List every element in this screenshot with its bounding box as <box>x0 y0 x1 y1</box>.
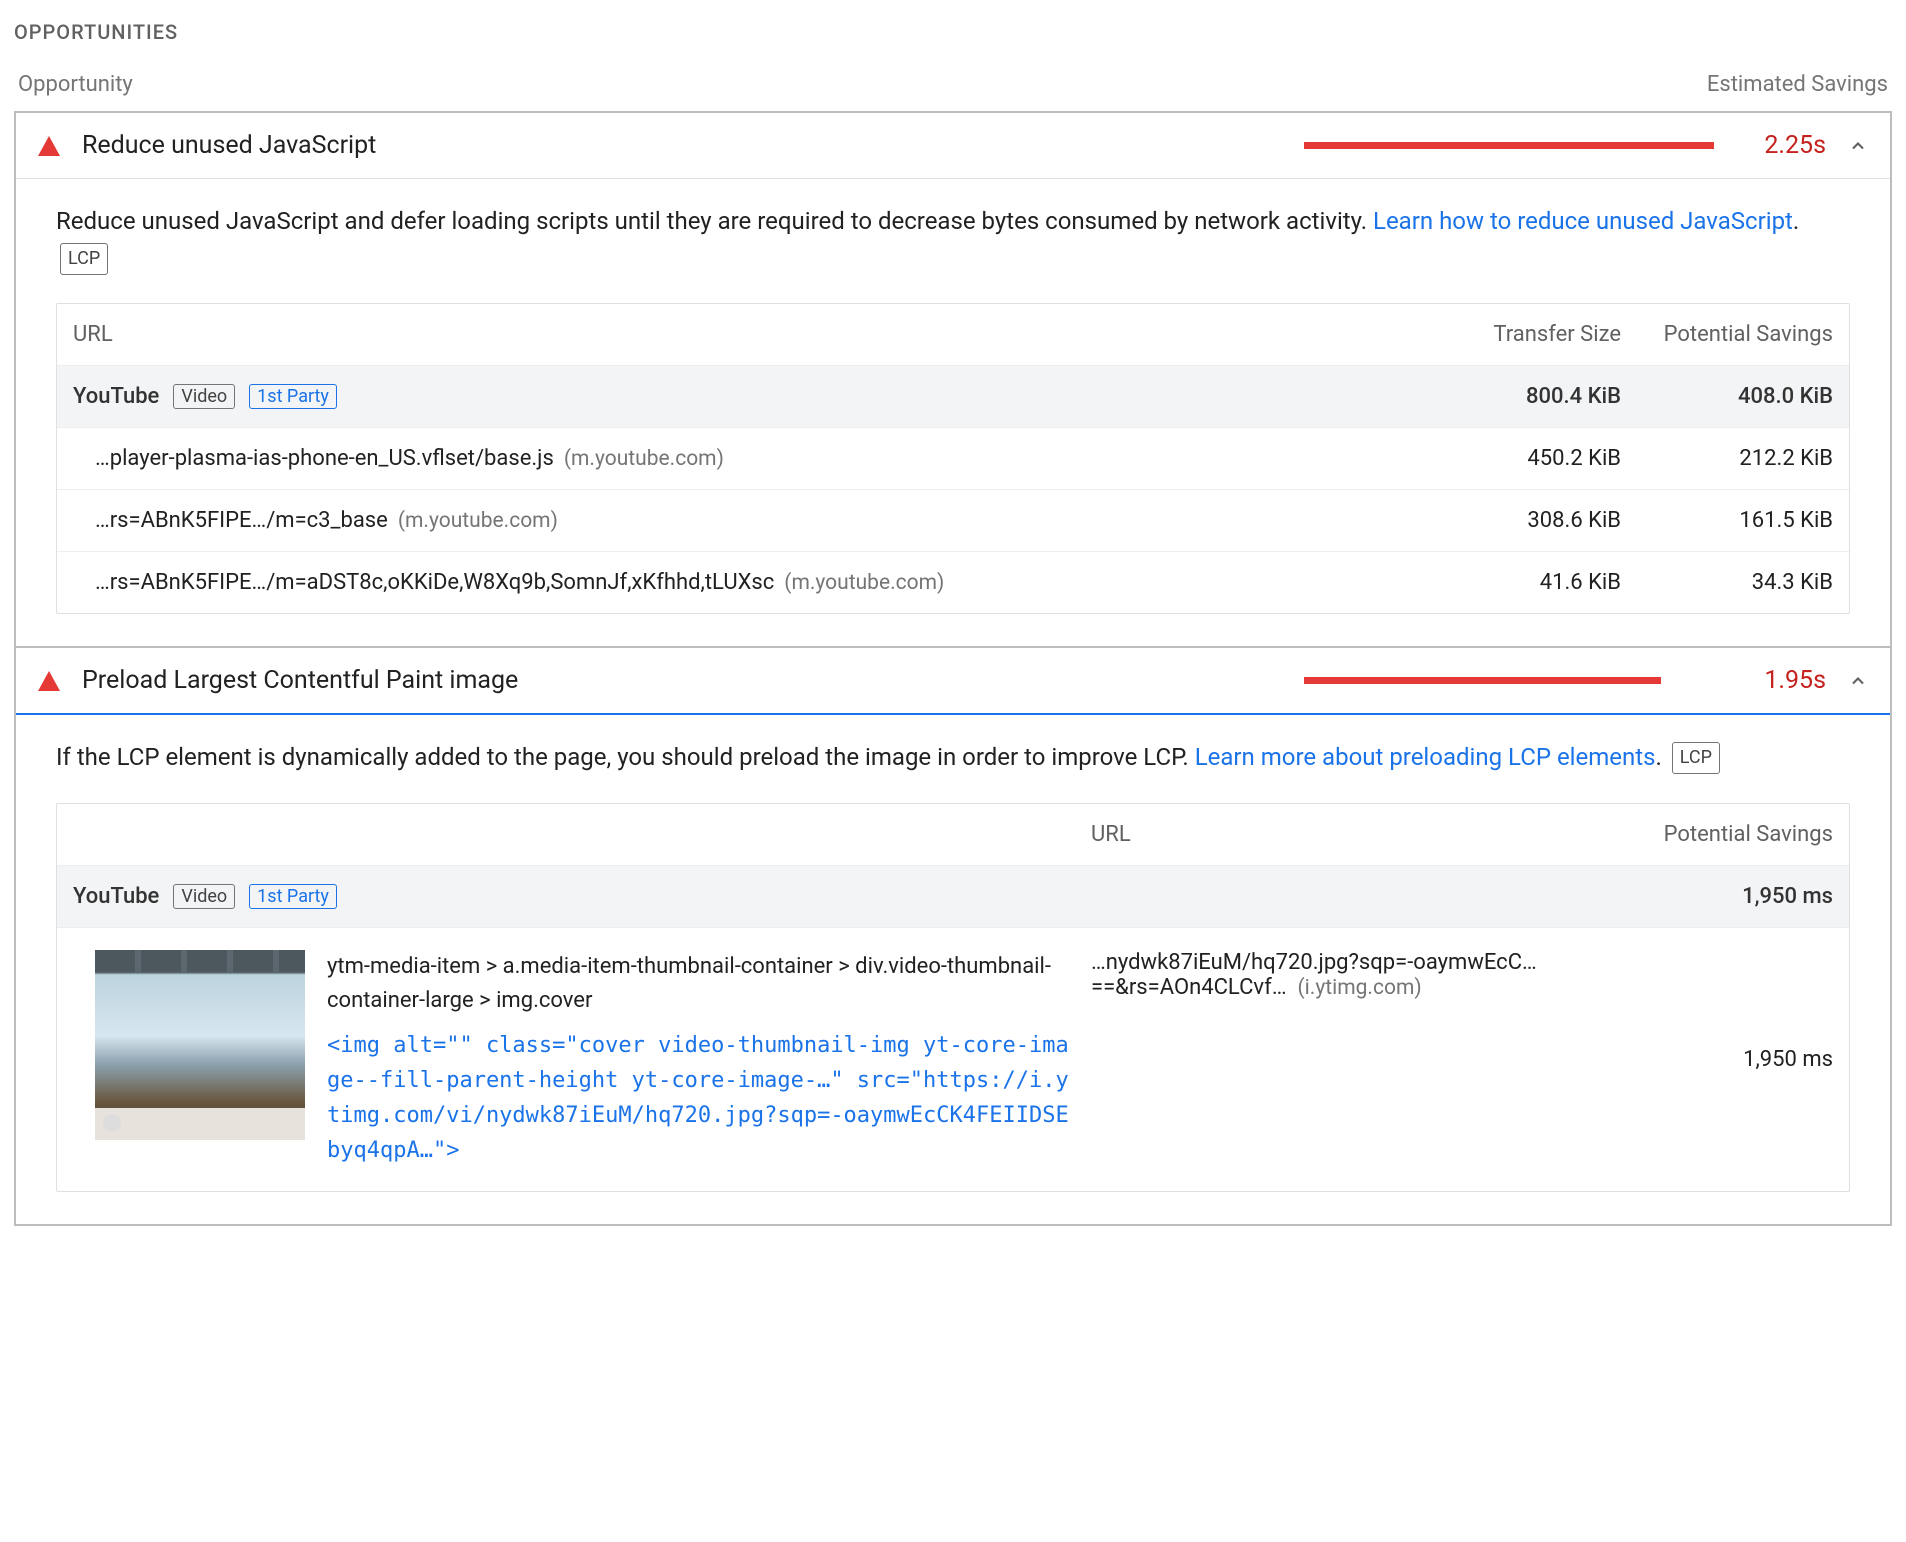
audit-title: Reduce unused JavaScript <box>82 131 376 160</box>
group-tag-video: Video <box>173 384 235 409</box>
col-url-header: URL <box>73 322 1409 347</box>
learn-more-link[interactable]: Learn how to reduce unused JavaScript <box>1373 207 1793 235</box>
chevron-up-icon[interactable] <box>1848 136 1868 156</box>
group-savings: 408.0 KiB <box>1633 384 1833 409</box>
lcp-badge: LCP <box>1672 742 1720 774</box>
row-url-text: …rs=ABnK5FIPE…/m=aDST8c,oKKiDe,W8Xq9b,So… <box>95 570 774 595</box>
fail-triangle-icon <box>38 671 60 691</box>
savings-bar-fill <box>1304 142 1714 149</box>
details-table: URL Transfer Size Potential Savings YouT… <box>56 303 1850 614</box>
node-selector: ytm-media-item > a.media-item-thumbnail-… <box>327 950 1079 1018</box>
savings-value: 2.25s <box>1736 131 1826 160</box>
row-url-text: …rs=ABnK5FIPE…/m=c3_base <box>95 508 388 533</box>
audit-reduce-unused-js: Reduce unused JavaScript 2.25s Reduce un… <box>16 113 1890 646</box>
audit-body: Reduce unused JavaScript and defer loadi… <box>16 179 1890 646</box>
table-group-row: YouTube Video 1st Party 800.4 KiB 408.0 … <box>57 365 1849 427</box>
desc-text: If the LCP element is dynamically added … <box>56 743 1195 771</box>
chevron-up-icon[interactable] <box>1848 671 1868 691</box>
row-url-domain: (i.ytimg.com) <box>1297 976 1421 1000</box>
row-url-text: …player-plasma-ias-phone-en_US.vflset/ba… <box>95 446 554 471</box>
row-url-domain: (m.youtube.com) <box>784 571 944 595</box>
row-url-domain: (m.youtube.com) <box>398 509 558 533</box>
row-url: …player-plasma-ias-phone-en_US.vflset/ba… <box>73 446 1409 471</box>
col-savings-header: Potential Savings <box>1633 822 1833 847</box>
table-header: URL Transfer Size Potential Savings <box>57 304 1849 365</box>
table-row: …player-plasma-ias-phone-en_US.vflset/ba… <box>57 427 1849 489</box>
row-transfer: 308.6 KiB <box>1421 508 1621 533</box>
desc-suffix: . <box>1793 207 1799 235</box>
group-name: YouTube <box>73 884 159 909</box>
row-url-line2: ==&rs=AOn4CLCvf… <box>1091 975 1287 1000</box>
node-html-snippet: <img alt="" class="cover video-thumbnail… <box>327 1028 1079 1169</box>
audit-preload-lcp-image: Preload Largest Contentful Paint image 1… <box>16 646 1890 1223</box>
learn-more-link[interactable]: Learn more about preloading LCP elements <box>1195 743 1656 771</box>
col-savings-header: Potential Savings <box>1633 322 1833 347</box>
audit-description: Reduce unused JavaScript and defer loadi… <box>56 203 1850 277</box>
row-savings: 161.5 KiB <box>1633 508 1833 533</box>
header-estimated-savings: Estimated Savings <box>1707 72 1888 97</box>
savings-bar <box>1304 142 1714 149</box>
header-opportunity: Opportunity <box>18 72 133 97</box>
row-savings: 212.2 KiB <box>1633 446 1833 471</box>
table-row: …rs=ABnK5FIPE…/m=c3_base (m.youtube.com)… <box>57 489 1849 551</box>
group-label: YouTube Video 1st Party <box>73 384 1409 409</box>
group-tag-video: Video <box>173 884 235 909</box>
audit-description: If the LCP element is dynamically added … <box>56 739 1850 776</box>
audit-body: If the LCP element is dynamically added … <box>16 715 1890 1223</box>
desc-suffix: . <box>1656 743 1662 771</box>
group-name: YouTube <box>73 384 159 409</box>
audit-header[interactable]: Reduce unused JavaScript 2.25s <box>16 113 1890 179</box>
table-row: …rs=ABnK5FIPE…/m=aDST8c,oKKiDe,W8Xq9b,So… <box>57 551 1849 613</box>
node-thumbnail <box>95 950 305 1140</box>
group-transfer: 800.4 KiB <box>1421 384 1621 409</box>
details-table: URL Potential Savings YouTube Video 1st … <box>56 803 1850 1192</box>
group-label: YouTube Video 1st Party <box>73 884 1621 909</box>
table-header: URL Potential Savings <box>57 804 1849 865</box>
desc-text: Reduce unused JavaScript and defer loadi… <box>56 207 1373 235</box>
row-url-line1: …nydwk87iEuM/hq720.jpg?sqp=-oaymwEcC… <box>1091 950 1601 975</box>
row-savings: 1,950 ms <box>1633 1047 1833 1072</box>
audit-header[interactable]: Preload Largest Contentful Paint image 1… <box>16 648 1890 715</box>
row-savings: 34.3 KiB <box>1633 570 1833 595</box>
fail-triangle-icon <box>38 136 60 156</box>
lcp-badge: LCP <box>60 243 108 275</box>
row-url: …rs=ABnK5FIPE…/m=aDST8c,oKKiDe,W8Xq9b,So… <box>73 570 1409 595</box>
row-transfer: 41.6 KiB <box>1421 570 1621 595</box>
row-url: …rs=ABnK5FIPE…/m=c3_base (m.youtube.com) <box>73 508 1409 533</box>
table-group-row: YouTube Video 1st Party 1,950 ms <box>57 865 1849 927</box>
opportunities-card: Reduce unused JavaScript 2.25s Reduce un… <box>14 111 1892 1226</box>
row-url: …nydwk87iEuM/hq720.jpg?sqp=-oaymwEcC… ==… <box>1091 950 1621 1000</box>
group-tag-1stparty: 1st Party <box>249 884 337 909</box>
savings-bar-fill <box>1304 677 1661 684</box>
group-tag-1stparty: 1st Party <box>249 384 337 409</box>
col-transfer-header: Transfer Size <box>1421 322 1621 347</box>
row-transfer: 450.2 KiB <box>1421 446 1621 471</box>
opportunities-header-row: Opportunity Estimated Savings <box>18 72 1888 97</box>
savings-bar <box>1304 677 1714 684</box>
savings-value: 1.95s <box>1736 666 1826 695</box>
node-details: ytm-media-item > a.media-item-thumbnail-… <box>305 950 1079 1169</box>
table-row: ytm-media-item > a.media-item-thumbnail-… <box>57 927 1849 1191</box>
group-savings: 1,950 ms <box>1633 884 1833 909</box>
audit-title: Preload Largest Contentful Paint image <box>82 666 518 695</box>
section-title: OPPORTUNITIES <box>14 20 1892 44</box>
col-url-header: URL <box>1091 822 1621 847</box>
row-url-domain: (m.youtube.com) <box>564 447 724 471</box>
